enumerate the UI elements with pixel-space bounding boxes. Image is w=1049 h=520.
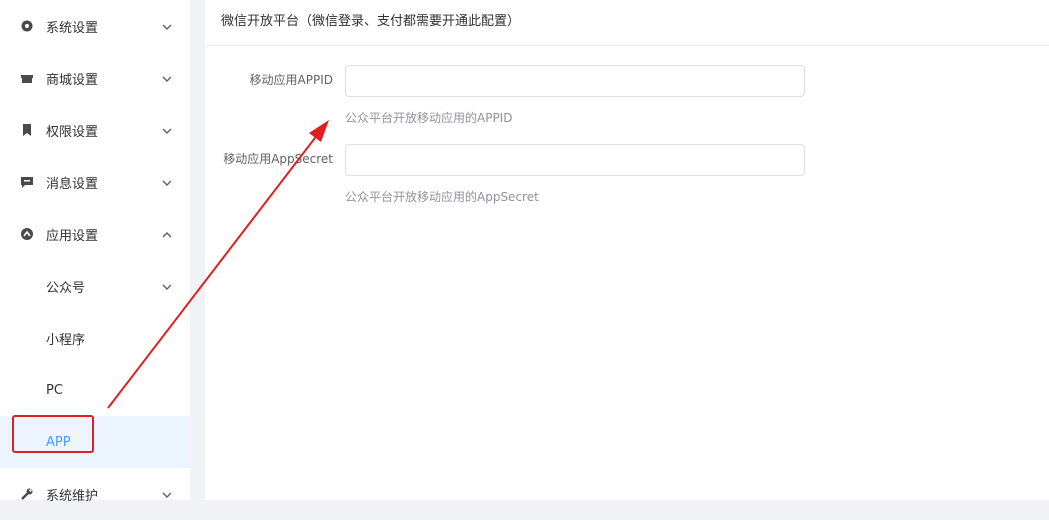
appid-input[interactable] — [345, 65, 805, 97]
appsecret-label: 移动应用AppSecret — [223, 152, 333, 166]
sidebar-item-label: 商城设置 — [46, 72, 99, 88]
app-icon — [20, 227, 34, 241]
sidebar-subitem-official-account[interactable]: 公众号 — [0, 260, 190, 312]
shop-icon — [20, 71, 34, 85]
sidebar-item-label: 权限设置 — [46, 124, 99, 140]
sidebar-subitem-pc[interactable]: PC — [0, 364, 190, 416]
sidebar-item-label: 应用设置 — [46, 228, 99, 244]
sidebar-item-system-settings[interactable]: 系统设置 — [0, 0, 190, 52]
sidebar-item-label: 系统维护 — [46, 488, 99, 504]
chevron-up-icon — [162, 229, 172, 239]
chevron-down-icon — [162, 281, 172, 291]
gear-icon — [20, 19, 34, 33]
sidebar-subitem-label: 公众号 — [46, 280, 86, 296]
app-config-form: 移动应用APPID 公众平台开放移动应用的APPID 移动应用AppSecret… — [205, 46, 1049, 500]
message-icon — [20, 175, 34, 189]
sidebar-item-permission-settings[interactable]: 权限设置 — [0, 104, 190, 156]
panel-title: 微信开放平台（微信登录、支付都需要开通此配置） — [205, 0, 1049, 46]
sidebar-item-label: 消息设置 — [46, 176, 99, 192]
appsecret-hint: 公众平台开放移动应用的AppSecret — [345, 190, 539, 204]
chevron-down-icon — [162, 125, 172, 135]
sidebar-item-shop-settings[interactable]: 商城设置 — [0, 52, 190, 104]
chevron-down-icon — [162, 489, 172, 499]
appid-hint: 公众平台开放移动应用的APPID — [345, 111, 513, 125]
annotation-highlight-box — [12, 415, 94, 453]
bookmark-icon — [20, 123, 34, 137]
sidebar-subitem-label: 小程序 — [46, 332, 86, 348]
sidebar-item-message-settings[interactable]: 消息设置 — [0, 156, 190, 208]
sidebar-item-system-maintenance[interactable]: 系统维护 — [0, 468, 190, 520]
chevron-down-icon — [162, 21, 172, 31]
sidebar-subitem-label: PC — [46, 382, 63, 398]
sidebar-item-app-settings[interactable]: 应用设置 — [0, 208, 190, 260]
main-panel: 微信开放平台（微信登录、支付都需要开通此配置） 移动应用APPID 公众平台开放… — [205, 0, 1049, 500]
chevron-down-icon — [162, 73, 172, 83]
sidebar-item-label: 系统设置 — [46, 20, 99, 36]
chevron-down-icon — [162, 177, 172, 187]
appsecret-input[interactable] — [345, 144, 805, 176]
sidebar-subitem-mini-program[interactable]: 小程序 — [0, 312, 190, 364]
appid-label: 移动应用APPID — [249, 73, 333, 87]
wrench-icon — [20, 487, 34, 501]
